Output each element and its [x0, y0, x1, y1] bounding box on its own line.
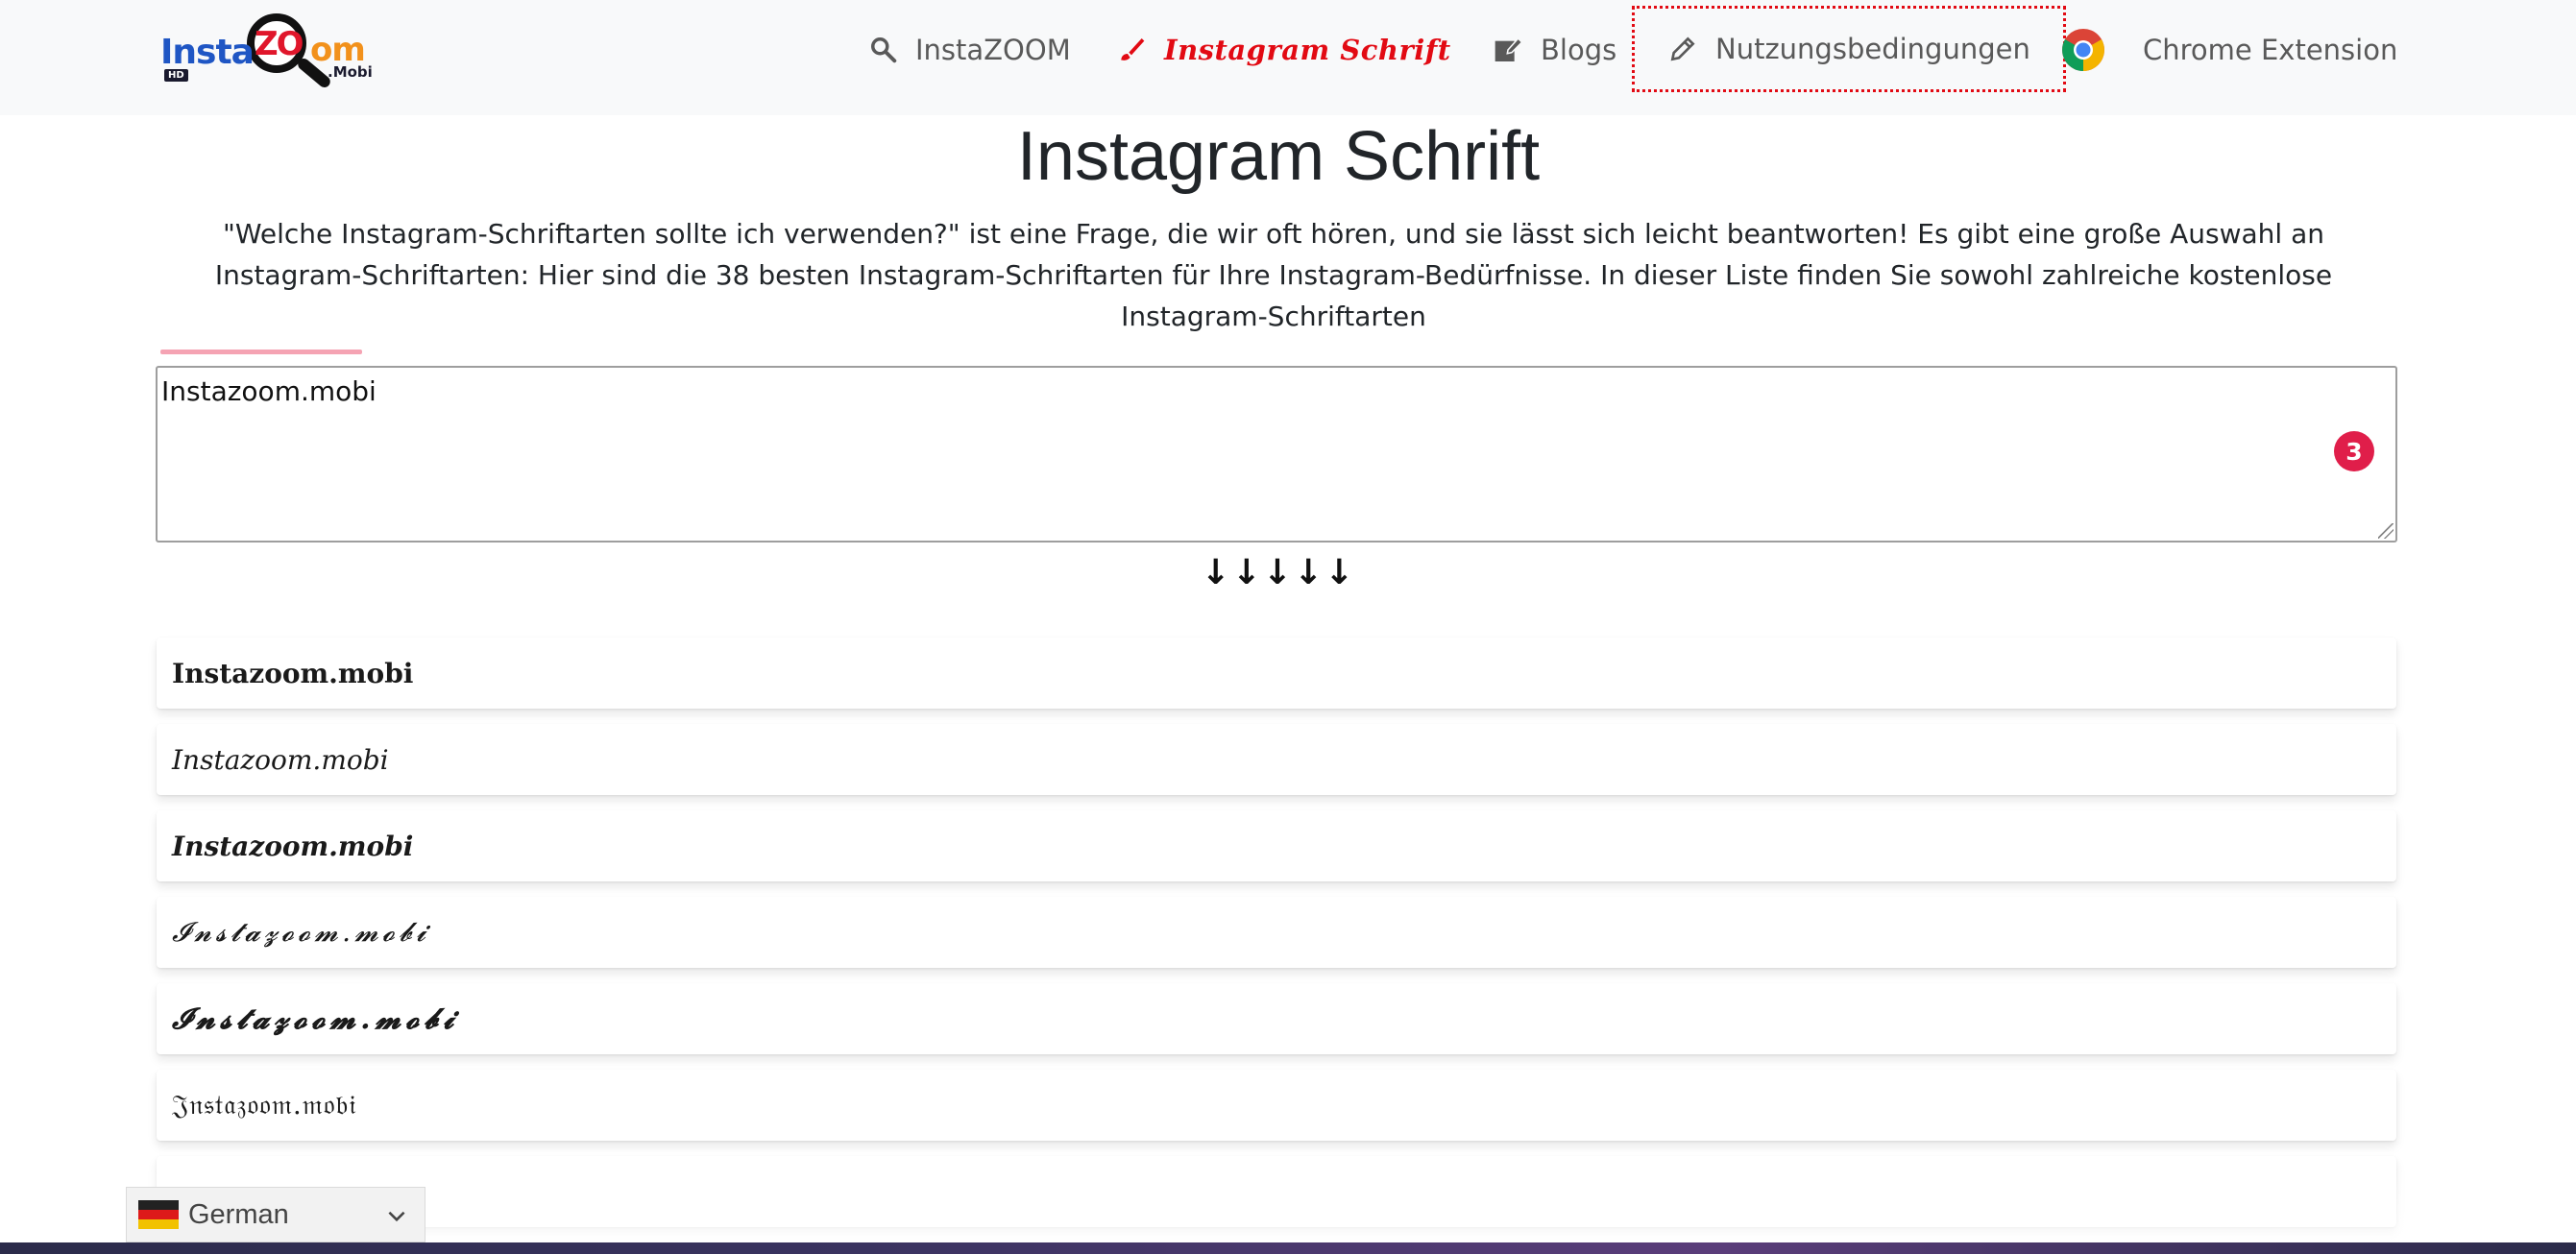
font-result[interactable]: 𝓘𝓷𝓼𝓽𝓪𝔃𝓸𝓸𝓶.𝓶𝓸𝓫𝓲	[157, 983, 2396, 1054]
tab-indicator	[160, 350, 362, 354]
language-label: German	[188, 1198, 289, 1230]
language-select[interactable]: German	[126, 1187, 425, 1242]
nav-item-label: Instagram Schrift	[1164, 34, 1451, 66]
nav-item-instagram-schrift[interactable]: Instagram Schrift	[1116, 0, 1451, 100]
chrome-icon	[2062, 29, 2104, 71]
font-input-container: Instazoom.mobi 3	[156, 366, 2397, 543]
page-title: Instagram Schrift	[1016, 118, 1541, 195]
navbar: Insta ZO om .Mobi HD InstaZOOM Instagram…	[0, 0, 2576, 115]
logo-hd-badge: HD	[164, 69, 188, 82]
extension-badge[interactable]: 3	[2334, 431, 2374, 471]
logo-text-insta: Insta	[160, 33, 255, 72]
font-result[interactable]: 𝓘𝓷𝓼𝓽𝓪𝔃𝓸𝓸𝓶.𝓶𝓸𝓫𝓲	[157, 897, 2396, 968]
nav-item-nutzungsbedingungen[interactable]: Nutzungsbedingungen	[1632, 6, 2066, 92]
nav-item-instazoom[interactable]: InstaZOOM	[869, 0, 1071, 100]
pencil-icon	[1670, 36, 1695, 61]
chevron-down-icon	[388, 1211, 405, 1222]
brush-icon	[1121, 38, 1145, 60]
font-input[interactable]: Instazoom.mobi	[158, 368, 2395, 541]
nav-item-chrome-extension[interactable]: Chrome Extension	[2060, 0, 2397, 100]
german-flag-icon	[138, 1200, 179, 1229]
font-result[interactable]: 𝐼𝑛𝑠𝑡𝑎𝑧𝑜𝑜𝑚.𝑚𝑜𝑏𝑖	[157, 724, 2396, 795]
nav-item-label: Nutzungsbedingungen	[1715, 33, 2030, 65]
nav-item-label: Blogs	[1541, 34, 1617, 66]
logo-text-zo: ZO	[255, 25, 304, 63]
nav-item-blogs[interactable]: Blogs	[1493, 0, 1616, 100]
dock-bar	[0, 1242, 2576, 1254]
down-arrows: ↓↓↓↓↓	[1201, 553, 1356, 592]
font-result[interactable]: 𝔍𝔫𝔰𝔱𝔞𝔷𝔬𝔬𝔪.𝔪𝔬𝔟𝔦	[157, 1070, 2396, 1141]
nav-item-label: InstaZOOM	[915, 34, 1071, 66]
resize-handle[interactable]	[2378, 523, 2394, 539]
intro-text: "Welche Instagram-Schriftarten sollte ic…	[214, 218, 2333, 332]
search-icon	[871, 37, 897, 63]
logo-text-mobi: .Mobi	[328, 63, 373, 81]
font-result[interactable]: Instazoom.mobi	[157, 1156, 2396, 1227]
font-result[interactable]: Instazoom.mobi	[157, 638, 2396, 709]
font-result[interactable]: 𝑰𝒏𝒔𝒕𝒂𝒛𝒐𝒐𝒎.𝒎𝒐𝒃𝒊	[157, 810, 2396, 881]
site-logo[interactable]: Insta ZO om .Mobi HD	[158, 12, 379, 94]
edit-square-icon	[1495, 36, 1523, 61]
nav-item-label: Chrome Extension	[2143, 34, 2398, 66]
